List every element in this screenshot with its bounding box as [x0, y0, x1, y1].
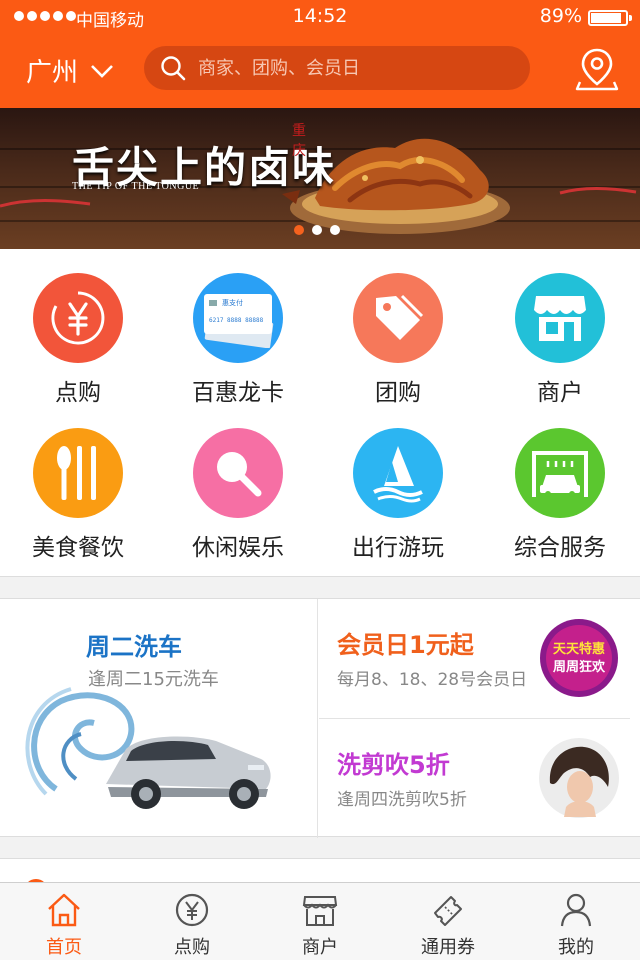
category-food[interactable]: 美食餐饮	[8, 428, 148, 562]
ticket-icon	[434, 896, 462, 926]
tab-label: 通用券	[421, 937, 475, 958]
home-icon	[48, 893, 80, 927]
tab-diangou[interactable]: 点购	[128, 883, 256, 960]
category-label: 美食餐饮	[32, 535, 124, 561]
tab-bar: 首页 点购 商户 通用券 我的	[0, 882, 640, 960]
promo-title: 周二洗车	[86, 633, 182, 661]
search-input[interactable]	[198, 57, 498, 79]
category-label: 点购	[55, 380, 101, 406]
status-bar: 中国移动 14:52 89%	[0, 0, 640, 34]
tab-label: 首页	[46, 937, 82, 958]
microphone-icon	[193, 428, 283, 518]
battery-icon	[588, 10, 632, 26]
category-merchants[interactable]: 商户	[490, 273, 630, 407]
banner-seal: 重庆	[292, 123, 306, 159]
app-header: 中国移动 14:52 89% 广州	[0, 0, 640, 108]
tab-home[interactable]: 首页	[0, 883, 128, 960]
tab-coupons[interactable]: 通用券	[384, 883, 512, 960]
special-offer-badge: 天天特惠 周周狂欢	[540, 619, 618, 697]
city-selector[interactable]: 广州	[26, 52, 114, 89]
price-tag-icon	[353, 273, 443, 363]
promo-subtitle: 每月8、18、28号会员日	[337, 670, 528, 690]
tab-label: 点购	[174, 937, 210, 958]
shop-icon	[302, 896, 338, 926]
tab-label: 商户	[302, 937, 338, 958]
promo-title: 洗剪吹5折	[337, 751, 450, 779]
category-label: 综合服务	[514, 535, 606, 561]
search-bar[interactable]	[144, 46, 530, 90]
card-brand-text: 惠支付	[222, 298, 243, 307]
banner-pagination[interactable]	[294, 225, 340, 235]
battery-percent: 89%	[539, 5, 582, 27]
hairstyle-avatar	[539, 738, 619, 818]
promo-subtitle: 逢周四洗剪吹5折	[337, 790, 467, 810]
promo-banner[interactable]: 舌尖上的卤味 THE TIP OF THE TONGUE 重庆	[0, 108, 640, 249]
chevron-down-icon	[91, 64, 113, 78]
category-grid: 点购 惠支付 6217 8888 88888 百惠龙卡 团购 商户 美食餐饮 休…	[0, 249, 640, 577]
promo-section: 周二洗车 逢周二15元洗车 会员日1元起 每月8、18、28号会员日 天天特惠 …	[0, 598, 640, 838]
category-travel[interactable]: 出行游玩	[328, 428, 468, 562]
category-label: 休闲娱乐	[192, 535, 284, 561]
yen-circle-icon	[175, 893, 209, 927]
badge-line-1: 天天特惠	[553, 641, 605, 657]
promo-car-wash[interactable]: 周二洗车 逢周二15元洗车	[0, 599, 318, 838]
card-number-text: 6217 8888 88888	[209, 317, 264, 324]
promo-haircut[interactable]: 洗剪吹5折 逢周四洗剪吹5折	[319, 719, 640, 838]
fork-knife-icon	[33, 428, 123, 518]
category-group-buy[interactable]: 团购	[328, 273, 468, 407]
category-leisure[interactable]: 休闲娱乐	[168, 428, 308, 562]
person-icon	[560, 893, 592, 927]
category-services[interactable]: 综合服务	[490, 428, 630, 562]
sailboat-icon	[353, 428, 443, 518]
category-label: 团购	[375, 380, 421, 406]
city-name: 广州	[26, 58, 79, 88]
promo-member-day[interactable]: 会员日1元起 每月8、18、28号会员日 天天特惠 周周狂欢	[319, 599, 640, 718]
search-icon	[161, 56, 186, 81]
tab-profile[interactable]: 我的	[512, 883, 640, 960]
category-diangou[interactable]: 点购	[8, 273, 148, 407]
car-splash-image	[25, 687, 271, 809]
category-baihui-card[interactable]: 惠支付 6217 8888 88888 百惠龙卡	[168, 273, 308, 407]
pagination-dot[interactable]	[312, 225, 322, 235]
pagination-dot[interactable]	[330, 225, 340, 235]
pagination-dot[interactable]	[294, 225, 304, 235]
car-wash-icon	[515, 428, 605, 518]
tab-label: 我的	[558, 937, 594, 958]
badge-line-2: 周周狂欢	[553, 659, 606, 675]
banner-subtitle: THE TIP OF THE TONGUE	[72, 181, 200, 192]
location-pin-icon[interactable]	[574, 46, 620, 92]
bank-card-icon: 惠支付 6217 8888 88888	[193, 273, 283, 363]
category-label: 百惠龙卡	[192, 380, 284, 406]
storefront-icon	[515, 273, 605, 363]
tab-shops[interactable]: 商户	[256, 883, 384, 960]
yen-coin-icon	[33, 273, 123, 363]
category-label: 出行游玩	[352, 535, 444, 561]
category-label: 商户	[537, 380, 583, 406]
promo-title: 会员日1元起	[337, 631, 474, 659]
